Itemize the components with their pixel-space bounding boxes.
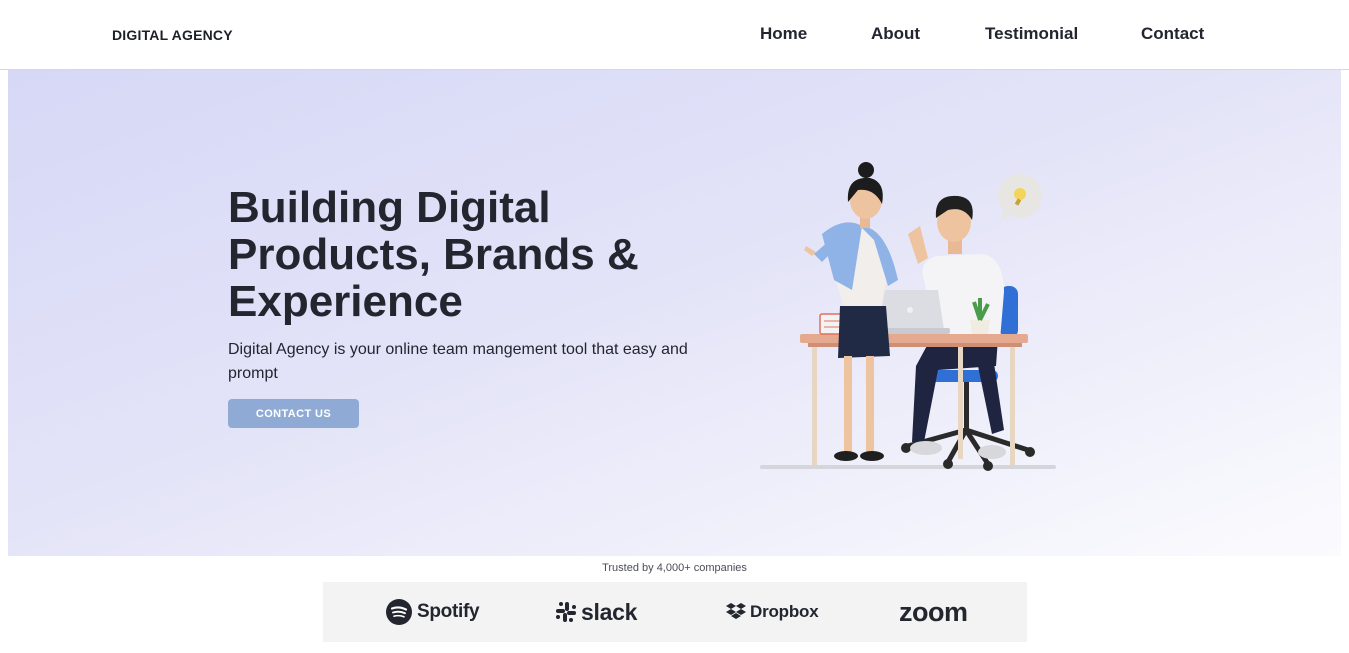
nav-link-about[interactable]: About [871,24,920,44]
hero-title: Building Digital Products, Brands & Expe… [228,184,688,325]
nav-link-contact[interactable]: Contact [1141,24,1204,44]
lightbulb-icon [998,174,1042,222]
brand-name: zoom [899,596,968,627]
hero-title-line: Building Digital [228,183,551,232]
brand-name: Spotify [417,601,480,622]
dropbox-logo: Dropbox [725,594,819,630]
hero-title-line: Products, Brands & [228,230,639,279]
slack-icon [556,602,576,622]
brand-name: slack [581,598,638,625]
contact-us-button[interactable]: CONTACT US [228,399,359,428]
hero-section: Building Digital Products, Brands & Expe… [8,70,1341,556]
hero-description: Digital Agency is your online team mange… [228,341,688,382]
site-header: DIGITAL AGENCY Home About Testimonial Co… [0,0,1349,70]
spotify-logo: Spotify [385,594,480,630]
slack-logo: slack [555,594,637,630]
office-team-illustration [748,130,1068,480]
nav-link-home[interactable]: Home [760,24,807,44]
hero-title-line: Experience [228,277,463,326]
trusted-caption: Trusted by 4,000+ companies [602,562,747,574]
nav-link-testimonial[interactable]: Testimonial [985,24,1078,44]
brand-logo-strip: Spotify slack Dropbox zoom [323,582,1027,642]
dropbox-icon [726,603,746,619]
brand-name: Dropbox [750,602,819,621]
zoom-logo: zoom [899,594,968,630]
spotify-icon [386,599,412,625]
standing-woman [804,162,898,461]
main-nav: Home About Testimonial Contact [0,24,1349,46]
